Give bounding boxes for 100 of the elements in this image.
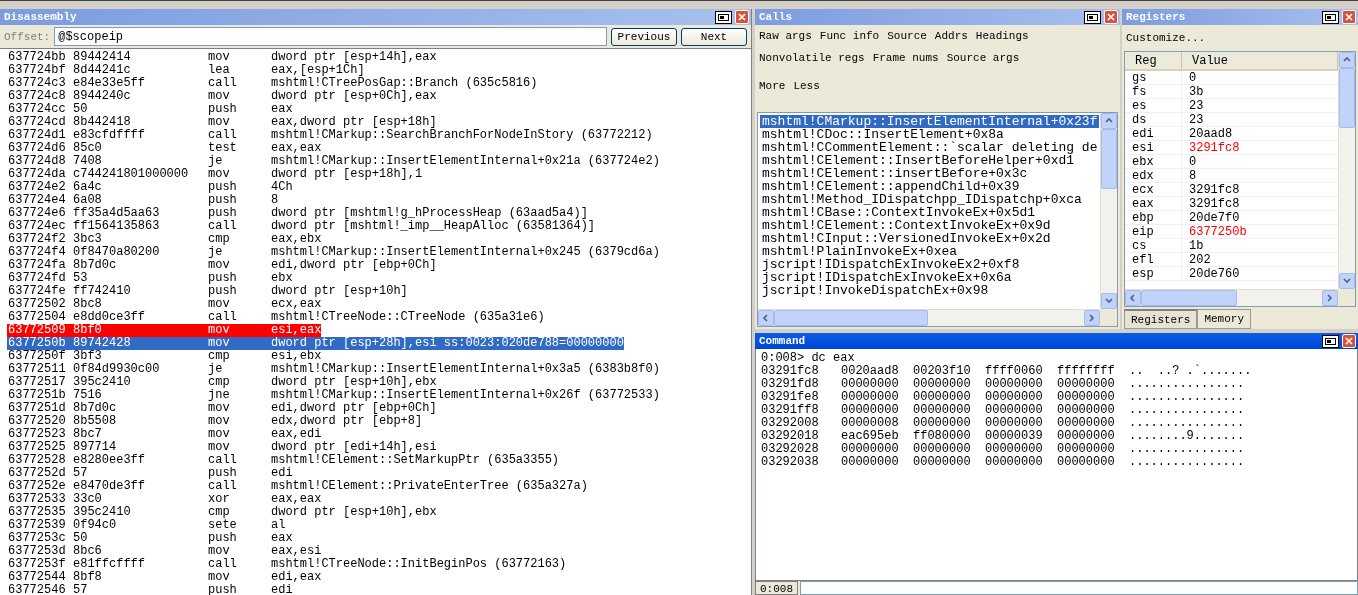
- horizontal-scrollbar[interactable]: [1125, 289, 1338, 306]
- option-link[interactable]: More: [759, 79, 786, 92]
- stack-frame[interactable]: jscript!IDispatchExInvokeEx2+0xf8: [760, 258, 1022, 271]
- disassembly-row[interactable]: 6377251d 8b7d0c mov edi,dword ptr [ebp+0Ch]: [7, 402, 437, 415]
- close-button[interactable]: [1342, 334, 1356, 348]
- disassembly-row[interactable]: 63772520 8b5508 mov edx,dword ptr [ebp+8]: [7, 415, 423, 428]
- column-header[interactable]: Reg: [1125, 52, 1182, 69]
- disassembly-row[interactable]: 637724f4 0f8470a80200 je mshtml!CMarkup::InsertElementInternal+0x245 (6379cd6a): [7, 246, 660, 259]
- stack-frame[interactable]: mshtml!PlainInvokeEx+0xea: [760, 245, 960, 258]
- dock-icon[interactable]: [1322, 334, 1339, 348]
- disassembly-row[interactable]: 637724e6 ff35a4d5aa63 push dword ptr [mshtml!g_hProcessHeap (63aad5a4)]: [7, 207, 588, 220]
- disassembly-row[interactable]: 63772533 33c0 xor eax,eax: [7, 493, 322, 506]
- option-link[interactable]: Raw args: [759, 30, 812, 42]
- scrollbar-thumb[interactable]: [1101, 129, 1117, 189]
- vertical-scrollbar[interactable]: [1338, 52, 1355, 289]
- stack-frame[interactable]: mshtml!Method_IDispatchpp_IDispatchp+0xca: [760, 193, 1084, 206]
- memory-address: 03291fc8: [761, 365, 820, 378]
- disassembly-row[interactable]: 637724f2 3bc3 cmp eax,ebx: [7, 233, 322, 246]
- disassembly-row[interactable]: 637724da c744241801000000 mov dword ptr [esp+18h],1: [7, 168, 423, 181]
- stack-frame[interactable]: mshtml!CElement::InsertBeforeHelper+0xd1: [760, 154, 1077, 167]
- register-value: 8: [1188, 169, 1198, 183]
- close-button[interactable]: [1104, 10, 1118, 24]
- stack-frame[interactable]: mshtml!CCommentElement::`scalar deleting de: [760, 141, 1100, 154]
- disassembly-row[interactable]: 63772544 8bf8 mov edi,eax: [7, 571, 322, 584]
- nav-button[interactable]: Next: [681, 27, 747, 46]
- disassembly-row[interactable]: 63772528 e8280ee3ff call mshtml!CElement::SetMarkupPtr (635a3355): [7, 454, 560, 467]
- disassembly-row[interactable]: 637724d1 e83cfdffff call mshtml!CMarkup::SearchBranchForNodeInStory (63772212): [7, 129, 653, 142]
- disassembly-row[interactable]: 6377252d 57 push edi: [7, 467, 293, 480]
- vertical-scrollbar[interactable]: [1100, 113, 1117, 309]
- scrollbar-thumb[interactable]: [774, 310, 928, 326]
- offset-label: Offset:: [4, 30, 51, 43]
- option-link[interactable]: Less: [793, 79, 820, 92]
- customize-link[interactable]: Customize...: [1126, 32, 1206, 44]
- close-button[interactable]: [1342, 10, 1356, 24]
- memory-word: 0020aad8: [841, 365, 900, 378]
- memory-word: ffff0060: [985, 365, 1044, 378]
- option-link[interactable]: Source args: [946, 52, 1020, 64]
- disassembly-row[interactable]: 637724cc 50 push eax: [7, 103, 293, 116]
- disassembly-row[interactable]: 637724bf 8d44241c lea eax,[esp+1Ch]: [7, 64, 365, 77]
- disassembly-row[interactable]: 637724fa 8b7d0c mov edi,dword ptr [ebp+0Ch]: [7, 259, 437, 272]
- horizontal-scrollbar[interactable]: [758, 309, 1100, 326]
- disassembly-row[interactable]: 6377253c 50 push eax: [7, 532, 293, 545]
- disassembly-row[interactable]: 6377252e e8470de3ff call mshtml!CElement::PrivateEnterTree (635a327a): [7, 480, 588, 493]
- disassembly-row[interactable]: 63772509 8bf0 mov esi,eax: [7, 324, 322, 337]
- nav-button[interactable]: Previous: [611, 27, 677, 46]
- stack-frame[interactable]: mshtml!CBase::ContextInvokeEx+0x5d1: [760, 206, 1038, 219]
- disassembly-row[interactable]: 637724c3 e84e33e5ff call mshtml!CTreePosGap::Branch (635c5816): [7, 77, 538, 90]
- stack-frame[interactable]: mshtml!CDoc::InsertElement+0x8a: [760, 128, 1006, 141]
- disassembly-row[interactable]: 63772535 395c2410 cmp dword ptr [esp+10h],ebx: [7, 506, 437, 519]
- stack-frame[interactable]: jscript!IDispatchExInvokeEx+0x6a: [760, 271, 1014, 284]
- option-link[interactable]: Source: [887, 30, 927, 42]
- tab[interactable]: Memory: [1197, 309, 1252, 329]
- stack-frame[interactable]: mshtml!CElement::appendChild+0x39: [760, 180, 1022, 193]
- disassembly-row[interactable]: 63772539 0f94c0 sete al: [7, 519, 286, 532]
- memory-ascii: .. ..? .`.......: [1129, 365, 1252, 378]
- disassembly-row[interactable]: 6377250b 89742428 mov dword ptr [esp+28h],esi ss:0023:020de788=00000000: [7, 337, 624, 350]
- command-input[interactable]: [800, 581, 1358, 595]
- stack-frame[interactable]: mshtml!CMarkup::InsertElementInternal+0x23f: [760, 115, 1100, 128]
- disassembly-row[interactable]: 637724ec ff1564135863 call dword ptr [mshtml!_imp__HeapAlloc (63581364)]: [7, 220, 596, 233]
- dock-icon[interactable]: [715, 10, 732, 24]
- option-link[interactable]: Func info: [819, 30, 880, 42]
- disassembly-row[interactable]: 6377253f e81ffcffff call mshtml!CTreeNode::InitBeginPos (63772163): [7, 558, 567, 571]
- disassembly-row[interactable]: 6377250f 3bf3 cmp esi,ebx: [7, 350, 322, 363]
- disassembly-row[interactable]: 63772502 8bc8 mov ecx,eax: [7, 298, 322, 311]
- stack-frame[interactable]: mshtml!CElement::ContextInvokeEx+0x9d: [760, 219, 1053, 232]
- memory-ascii: ................: [1129, 404, 1245, 417]
- disassembly-row[interactable]: 637724cd 8b442418 mov eax,dword ptr [esp+18h]: [7, 116, 437, 129]
- scrollbar-thumb[interactable]: [1141, 290, 1237, 306]
- disassembly-row[interactable]: 637724d6 85c0 test eax,eax: [7, 142, 322, 155]
- disassembly-row[interactable]: 6377253d 8bc6 mov eax,esi: [7, 545, 322, 558]
- disassembly-row[interactable]: 637724fe ff742410 push dword ptr [esp+10h]: [7, 285, 408, 298]
- stack-frame[interactable]: mshtml!CInput::VersionedInvokeEx+0x2d: [760, 232, 1053, 245]
- tab[interactable]: Registers: [1124, 309, 1198, 329]
- disassembly-row[interactable]: 63772546 57 push edi: [7, 584, 293, 595]
- option-link[interactable]: Frame nums: [872, 52, 939, 64]
- disassembly-row[interactable]: 637724bb 89442414 mov dword ptr [esp+14h],eax: [7, 51, 437, 64]
- option-link[interactable]: Nonvolatile regs: [759, 52, 865, 64]
- close-button[interactable]: [735, 10, 749, 24]
- disassembly-row[interactable]: 63772511 0f84d9930c00 je mshtml!CMarkup::InsertElementInternal+0x3a5 (6383b8f0): [7, 363, 660, 376]
- register-value: 202: [1188, 253, 1212, 267]
- disassembly-row[interactable]: 63772517 395c2410 cmp dword ptr [esp+10h],ebx: [7, 376, 437, 389]
- dock-icon[interactable]: [1084, 10, 1101, 24]
- memory-address: 03291fe8: [761, 391, 820, 404]
- disassembly-row[interactable]: 6377251b 7516 jne mshtml!CMarkup::InsertElementInternal+0x26f (63772533): [7, 389, 660, 402]
- disassembly-row[interactable]: 637724fd 53 push ebx: [7, 272, 293, 285]
- disassembly-row[interactable]: 63772504 e8dd0ce3ff call mshtml!CTreeNode::CTreeNode (635a31e6): [7, 311, 545, 324]
- option-link[interactable]: Headings: [975, 30, 1029, 42]
- disassembly-row[interactable]: 63772525 897714 mov dword ptr [edi+14h],esi: [7, 441, 437, 454]
- dock-icon[interactable]: [1322, 10, 1339, 24]
- disassembly-row[interactable]: 63772523 8bc7 mov eax,edi: [7, 428, 322, 441]
- option-link[interactable]: Addrs: [934, 30, 968, 42]
- stack-frame[interactable]: mshtml!CElement::insertBefore+0x3c: [760, 167, 1030, 180]
- disassembly-row[interactable]: 637724e4 6a08 push 8: [7, 194, 279, 207]
- stack-frame[interactable]: jscript!InvokeDispatchEx+0x98: [760, 284, 991, 297]
- scrollbar-thumb[interactable]: [1339, 68, 1355, 128]
- disassembly-row[interactable]: 637724d8 7408 je mshtml!CMarkup::InsertElementInternal+0x21a (637724e2): [7, 155, 660, 168]
- offset-field[interactable]: @$scopeip: [54, 27, 607, 46]
- register-name: ebp: [1125, 211, 1182, 225]
- disassembly-row[interactable]: 637724e2 6a4c push 4Ch: [7, 181, 293, 194]
- disassembly-row[interactable]: 637724c8 8944240c mov dword ptr [esp+0Ch],eax: [7, 90, 437, 103]
